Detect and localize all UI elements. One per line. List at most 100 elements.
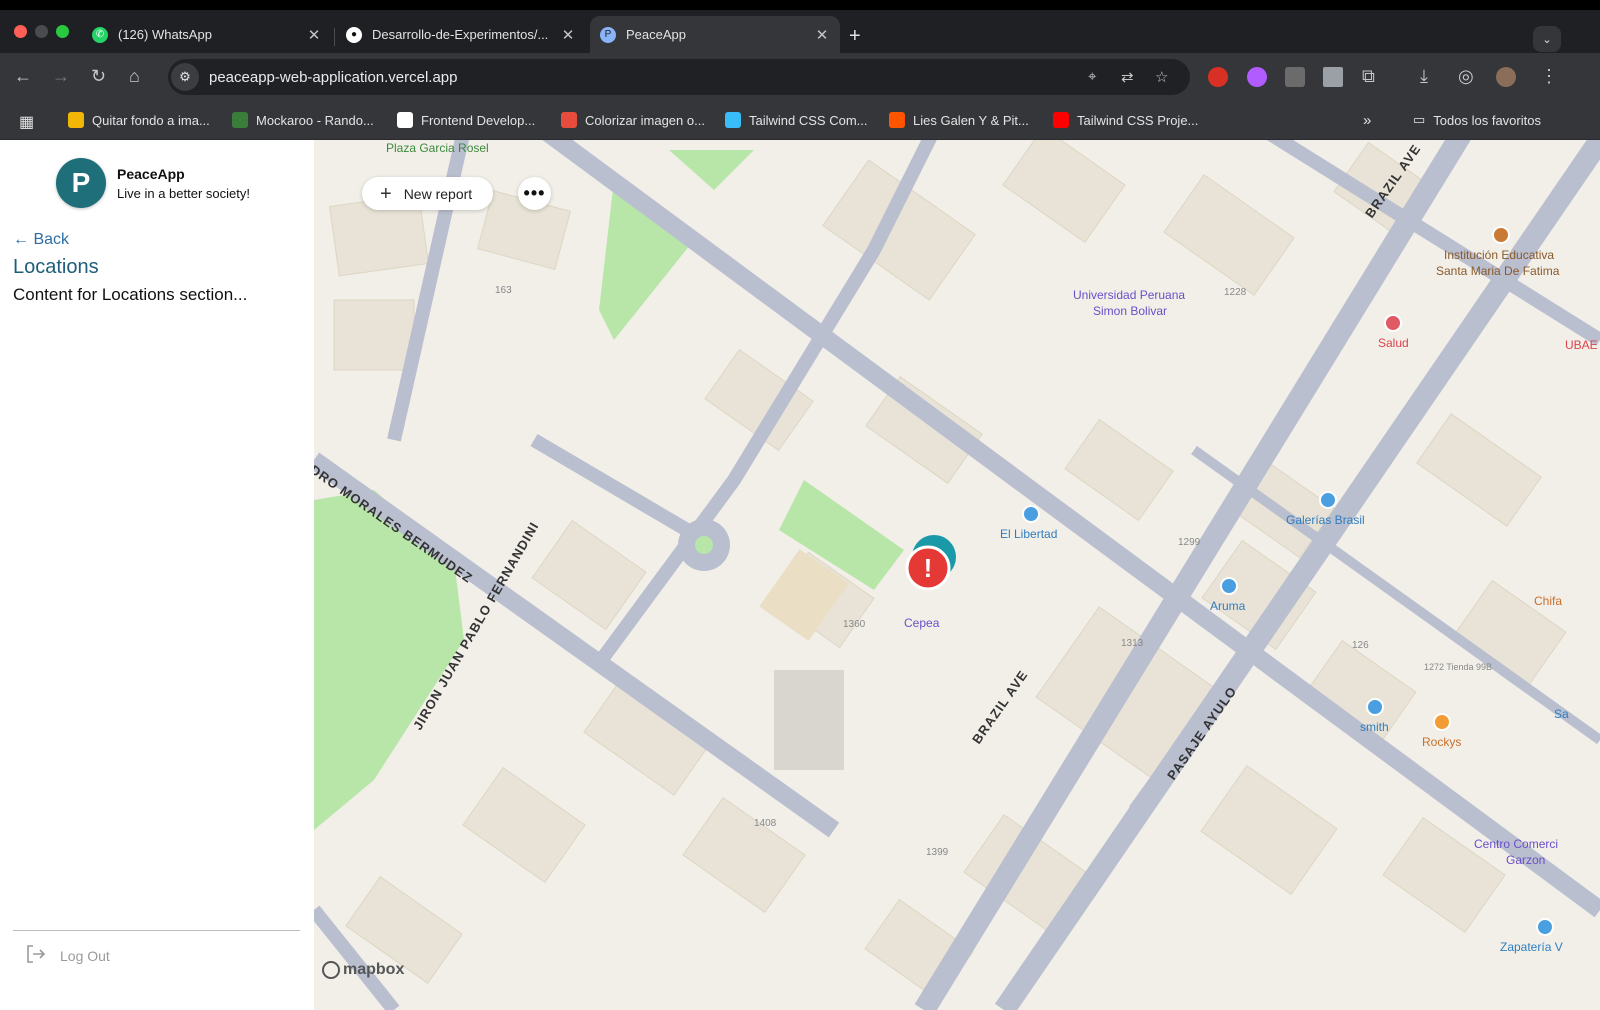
map-label-universidad-2: Simon Bolivar <box>1093 304 1168 318</box>
map-label-plaza: Plaza Garcia Rosel <box>386 141 489 155</box>
close-tab-icon[interactable]: ✕ <box>560 26 576 44</box>
folder-icon: ▭ <box>1413 112 1426 127</box>
extensions-puzzle-icon[interactable]: ⧉ <box>1362 66 1375 86</box>
logout-button[interactable]: Log Out <box>24 943 110 968</box>
tab-search-button[interactable]: ⌄ <box>1533 26 1561 52</box>
site-settings-icon[interactable]: ⚙ <box>171 63 199 91</box>
reload-icon[interactable]: ↻ <box>91 66 106 86</box>
shop-poi-icon[interactable] <box>1220 577 1238 595</box>
bookmark-item[interactable]: Quitar fondo a ima... <box>68 112 210 128</box>
map-label-aruma: Aruma <box>1210 599 1246 613</box>
mapbox-logo-icon <box>322 961 340 979</box>
download-icon[interactable]: ⤓ <box>1420 66 1428 86</box>
bookmark-item[interactable]: Tailwind CSS Com... <box>725 112 867 128</box>
peaceapp-icon: P <box>600 26 616 43</box>
shop-poi-icon[interactable] <box>1366 698 1384 716</box>
map-label-universidad: Universidad Peruana <box>1073 288 1186 302</box>
map-label-smith: smith <box>1360 720 1389 734</box>
address-number: 1360 <box>843 619 866 630</box>
apps-grid-icon[interactable]: ▦ <box>19 112 34 132</box>
tab-github[interactable]: ● Desarrollo-de-Experimentos/... ✕ <box>336 16 586 53</box>
performance-icon[interactable]: ◎ <box>1458 66 1474 86</box>
map-label-institucion: Institución Educativa <box>1444 248 1555 262</box>
shop-poi-icon[interactable] <box>1022 505 1040 523</box>
map-label-el-libertad: El Libertad <box>1000 527 1058 541</box>
map-label-chifa: Chifa <box>1534 594 1563 608</box>
new-tab-button[interactable]: + <box>849 26 861 46</box>
address-bar[interactable]: ⚙ peaceapp-web-application.vercel.app ⌖ … <box>168 59 1190 95</box>
shop-poi-icon[interactable] <box>1536 918 1554 936</box>
bookmark-item[interactable]: Lies Galen Y & Pit... <box>889 112 1029 128</box>
map-label-ubae: UBAE <box>1565 338 1598 352</box>
forward-arrow-icon[interactable]: → <box>52 66 70 86</box>
all-bookmarks-folder[interactable]: ▭ Todos los favoritos <box>1413 112 1541 128</box>
extension-block-icon[interactable] <box>1208 67 1228 87</box>
page-content: P PeaceApp Live in a better society! ← B… <box>0 140 1600 1010</box>
map-label-zapateria: Zapatería V <box>1500 940 1563 954</box>
address-number: 126 <box>1352 640 1369 651</box>
health-poi-icon[interactable] <box>1384 314 1402 332</box>
address-number: 1399 <box>926 847 949 858</box>
bookmark-star-icon[interactable]: ☆ <box>1155 68 1168 86</box>
bookmark-item[interactable]: Mockaroo - Rando... <box>232 112 374 128</box>
map-label-tienda: 1272 Tienda 99B <box>1424 662 1493 672</box>
bookmark-item[interactable]: Frontend Develop... <box>397 112 535 128</box>
bookmark-favicon-icon <box>889 112 905 128</box>
mapbox-attribution[interactable]: mapbox <box>322 961 404 979</box>
tab-whatsapp[interactable]: ✆ (126) WhatsApp ✕ <box>82 16 332 53</box>
divider <box>13 930 300 931</box>
github-icon: ● <box>346 26 362 43</box>
address-number: 1313 <box>1121 638 1144 649</box>
back-arrow-icon[interactable]: ← <box>14 66 32 86</box>
extension-v-icon[interactable] <box>1323 67 1343 87</box>
extension-purple-icon[interactable] <box>1247 67 1267 87</box>
tab-peaceapp[interactable]: P PeaceApp ✕ <box>590 16 840 53</box>
map-label-centro: Centro Comerci <box>1474 837 1559 851</box>
url-text: peaceapp-web-application.vercel.app <box>209 68 458 86</box>
close-tab-icon[interactable]: ✕ <box>306 26 322 44</box>
window-top-edge <box>0 0 1600 10</box>
app-logo: P <box>56 158 106 208</box>
bookmark-favicon-icon <box>232 112 248 128</box>
minimize-window-button[interactable] <box>35 25 48 38</box>
address-number: 163 <box>495 285 512 296</box>
tab-strip: ✆ (126) WhatsApp ✕ ● Desarrollo-de-Exper… <box>0 10 1600 53</box>
translate-icon[interactable]: ⇄ <box>1121 68 1134 86</box>
back-link[interactable]: ← Back <box>13 231 69 249</box>
bookmark-item[interactable]: Colorizar imagen o... <box>561 112 705 128</box>
restaurant-poi-icon[interactable] <box>1433 713 1451 731</box>
map-view[interactable]: ! + New report ••• Plaza Garcia Rosel Un… <box>314 140 1600 1010</box>
location-pin-icon[interactable]: ⌖ <box>1088 68 1096 85</box>
tab-separator <box>334 28 335 46</box>
address-number: 1299 <box>1178 537 1201 548</box>
bookmark-favicon-icon <box>725 112 741 128</box>
browser-menu-icon[interactable]: ⋮ <box>1540 66 1558 86</box>
close-tab-icon[interactable]: ✕ <box>814 26 830 44</box>
whatsapp-icon: ✆ <box>92 26 108 43</box>
shop-poi-icon[interactable] <box>1319 491 1337 509</box>
app-tagline: Live in a better society! <box>117 186 250 201</box>
map-label-galerias: Galerías Brasil <box>1286 513 1365 527</box>
more-options-button[interactable]: ••• <box>518 177 551 210</box>
svg-text:!: ! <box>924 553 933 583</box>
address-number: 1228 <box>1224 287 1247 298</box>
bookmark-favicon-icon <box>397 112 413 128</box>
close-window-button[interactable] <box>14 25 27 38</box>
bookmarks-bar: ▦ Quitar fondo a ima... Mockaroo - Rando… <box>0 101 1600 140</box>
home-icon[interactable]: ⌂ <box>129 66 140 86</box>
plus-icon: + <box>380 182 392 205</box>
map-label-sa: Sa <box>1554 707 1569 721</box>
sidebar: P PeaceApp Live in a better society! ← B… <box>0 140 314 1010</box>
bookmarks-overflow-icon[interactable]: » <box>1363 112 1371 129</box>
bookmark-item[interactable]: Tailwind CSS Proje... <box>1053 112 1198 128</box>
section-content: Content for Locations section... <box>13 285 248 304</box>
map-label-cepea: Cepea <box>904 616 940 630</box>
extension-gray-icon[interactable] <box>1285 67 1305 87</box>
school-poi-icon[interactable] <box>1492 226 1510 244</box>
maximize-window-button[interactable] <box>56 25 69 38</box>
section-title: Locations <box>13 256 99 278</box>
profile-avatar[interactable] <box>1496 67 1516 87</box>
bookmark-favicon-icon <box>561 112 577 128</box>
new-report-button[interactable]: + New report <box>362 177 493 210</box>
logout-icon <box>24 943 46 968</box>
